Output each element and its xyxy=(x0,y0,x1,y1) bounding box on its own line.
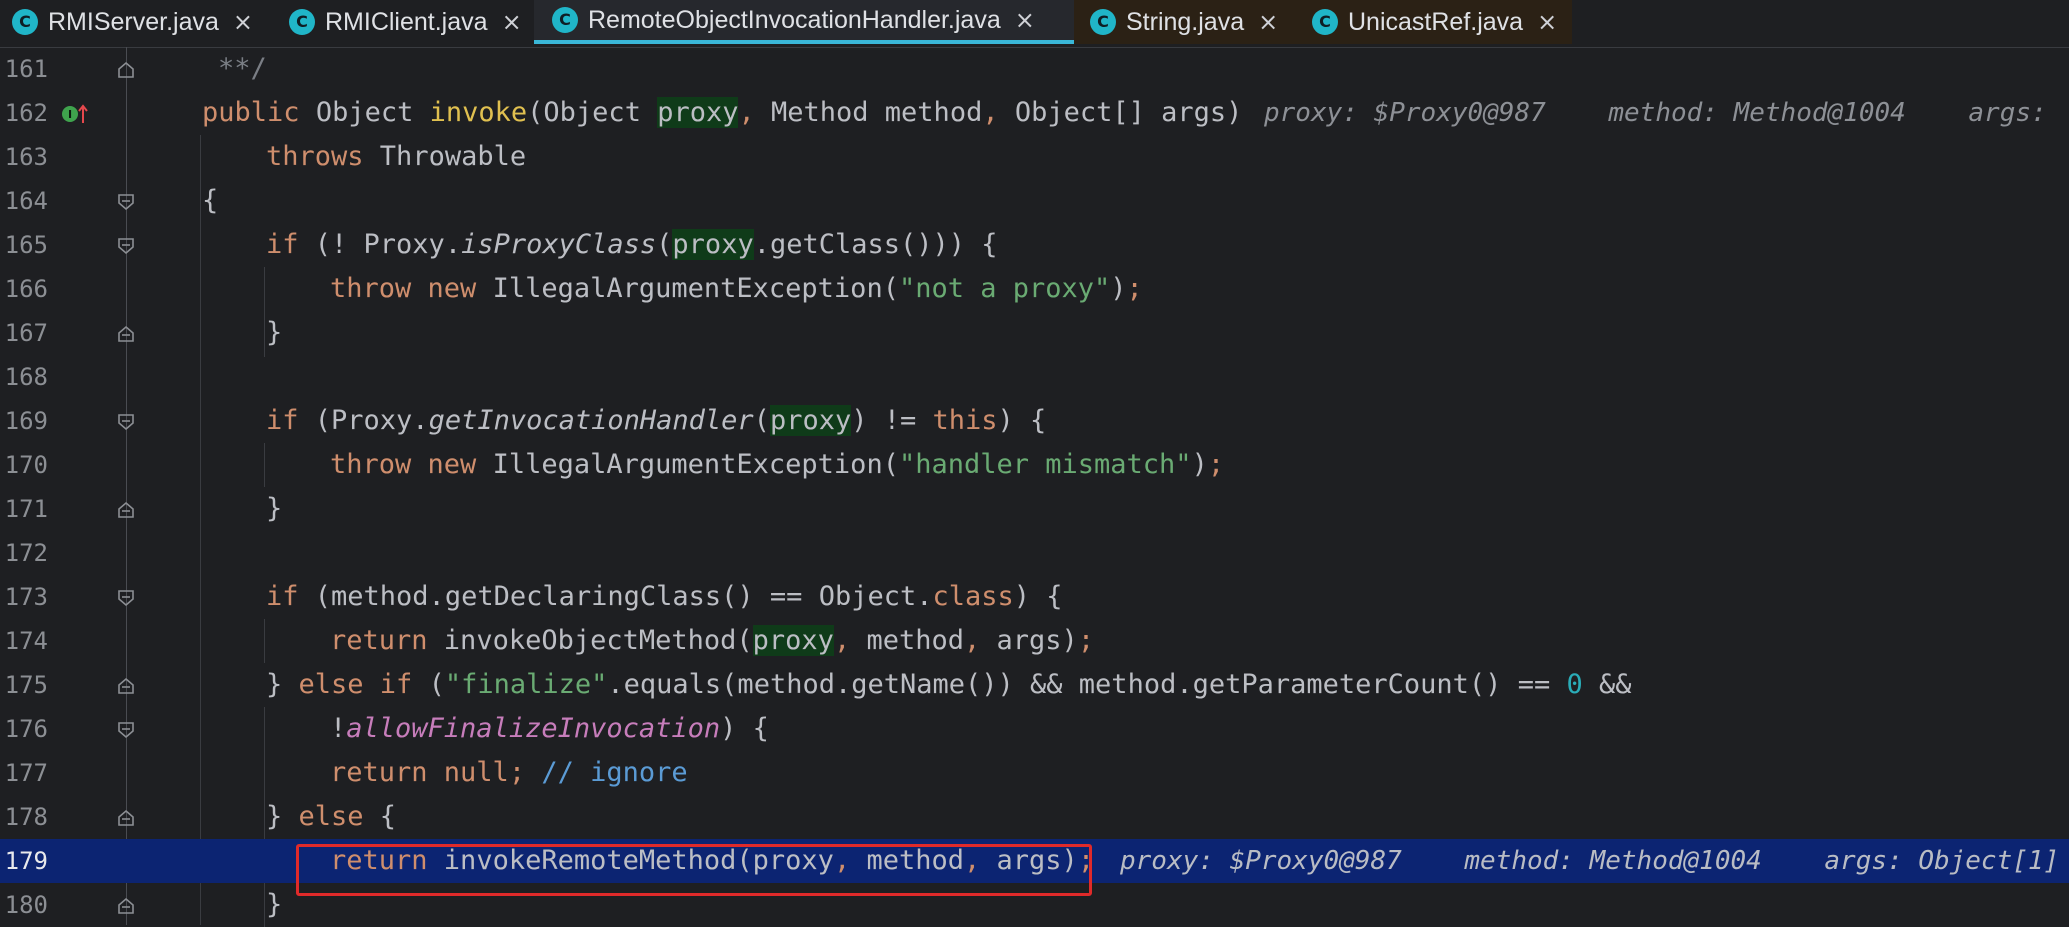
code-text: if (Proxy.getInvocationHandler(proxy) !=… xyxy=(266,405,1047,436)
code-text: if (method.getDeclaringClass() == Object… xyxy=(266,581,1063,612)
close-icon[interactable]: × xyxy=(233,8,253,36)
code-line: 178 } else { xyxy=(0,795,2069,839)
line-number: 169 xyxy=(4,407,48,435)
code-text: } xyxy=(266,889,283,920)
tab-unicastref[interactable]: C UnicastRef.java × xyxy=(1300,0,1572,44)
line-number: 175 xyxy=(4,671,48,699)
debug-inline-values: proxy: $Proxy0@987 method: Method@1004 a… xyxy=(1120,846,2060,876)
line-number: 168 xyxy=(4,363,48,391)
line-number: 176 xyxy=(4,715,48,743)
line-number: 173 xyxy=(4,583,48,611)
code-line: 176 !allowFinalizeInvocation) { xyxy=(0,707,2069,751)
close-icon[interactable]: × xyxy=(1015,6,1035,34)
line-number: 162 xyxy=(4,99,48,127)
line-number: 174 xyxy=(4,627,48,655)
line-number: 166 xyxy=(4,275,48,303)
code-text: } else if ("finalize".equals(method.getN… xyxy=(266,669,1632,700)
line-number: 165 xyxy=(4,231,48,259)
fold-icon[interactable] xyxy=(116,412,136,432)
close-icon[interactable]: × xyxy=(502,8,522,36)
code-text: } xyxy=(266,493,283,524)
tab-label: RemoteObjectInvocationHandler.java xyxy=(588,5,1001,34)
code-text: if (! Proxy.isProxyClass(proxy.getClass(… xyxy=(266,229,998,260)
code-text: throw new IllegalArgumentException("not … xyxy=(330,273,1143,304)
java-class-icon: C xyxy=(1312,9,1338,35)
code-line: 165 if (! Proxy.isProxyClass(proxy.getCl… xyxy=(0,223,2069,267)
java-class-icon: C xyxy=(289,9,315,35)
code-line: 168 xyxy=(0,355,2069,399)
code-line: 163 throws Throwable xyxy=(0,135,2069,179)
code-text: return null; // ignore xyxy=(330,757,688,788)
fold-icon[interactable] xyxy=(116,192,136,212)
code-line: 172 xyxy=(0,531,2069,575)
code-line: 162 I public Object invoke(Object proxy,… xyxy=(0,91,2069,135)
code-line: 173 if (method.getDeclaringClass() == Ob… xyxy=(0,575,2069,619)
tab-rmiserver[interactable]: C RMIServer.java × xyxy=(0,0,277,44)
code-text: } xyxy=(266,317,283,348)
tab-rmiclient[interactable]: C RMIClient.java × xyxy=(289,0,534,44)
code-line: 175 } else if ("finalize".equals(method.… xyxy=(0,663,2069,707)
fold-icon[interactable] xyxy=(116,500,136,520)
tab-string[interactable]: C String.java × xyxy=(1074,0,1300,44)
code-text: } else { xyxy=(266,801,397,832)
line-number: 178 xyxy=(4,803,48,831)
fold-icon[interactable] xyxy=(116,896,136,916)
editor-tab-bar: C RMIServer.java × C RMIClient.java × C … xyxy=(0,0,2069,48)
code-text: throws Throwable xyxy=(266,141,527,172)
line-number: 170 xyxy=(4,451,48,479)
code-text: { xyxy=(202,185,219,216)
fold-icon[interactable] xyxy=(116,808,136,828)
code-editor[interactable]: 161 **/ 162 I public Object invoke(Objec… xyxy=(0,47,2069,927)
fold-icon[interactable] xyxy=(116,720,136,740)
close-icon[interactable]: × xyxy=(1537,8,1557,36)
code-line: 169 if (Proxy.getInvocationHandler(proxy… xyxy=(0,399,2069,443)
svg-text:I: I xyxy=(68,108,72,121)
line-number: 172 xyxy=(4,539,48,567)
code-text: **/ xyxy=(218,53,267,84)
code-line: 177 return null; // ignore xyxy=(0,751,2069,795)
line-number: 167 xyxy=(4,319,48,347)
implementation-override-icon[interactable]: I xyxy=(60,102,88,126)
line-number: 171 xyxy=(4,495,48,523)
line-number: 177 xyxy=(4,759,48,787)
debug-inline-values: proxy: $Proxy0@987 method: Method@1004 a… xyxy=(1264,98,2047,128)
tab-remoteobjectinvocationhandler[interactable]: C RemoteObjectInvocationHandler.java × xyxy=(534,0,1074,44)
code-line: 167 } xyxy=(0,311,2069,355)
tab-label: RMIClient.java xyxy=(325,7,488,36)
close-icon[interactable]: × xyxy=(1258,8,1278,36)
fold-icon[interactable] xyxy=(116,60,136,80)
code-text: !allowFinalizeInvocation) { xyxy=(330,713,769,744)
code-line: 161 **/ xyxy=(0,47,2069,91)
java-class-icon: C xyxy=(1090,9,1116,35)
code-line: 171 } xyxy=(0,487,2069,531)
fold-icon[interactable] xyxy=(116,676,136,696)
line-number: 179 xyxy=(4,847,48,875)
code-line: 164 { xyxy=(0,179,2069,223)
tab-label: RMIServer.java xyxy=(48,7,219,36)
fold-icon[interactable] xyxy=(116,236,136,256)
highlight-annotation-box xyxy=(296,844,1092,896)
line-number: 164 xyxy=(4,187,48,215)
java-class-icon: C xyxy=(552,7,578,33)
tab-label: String.java xyxy=(1126,7,1245,36)
java-class-icon: C xyxy=(12,9,38,35)
code-line: 166 throw new IllegalArgumentException("… xyxy=(0,267,2069,311)
code-text: throw new IllegalArgumentException("hand… xyxy=(330,449,1225,480)
fold-icon[interactable] xyxy=(116,588,136,608)
code-text: return invokeObjectMethod(proxy, method,… xyxy=(330,625,1095,656)
line-number: 161 xyxy=(4,55,48,83)
code-text: public Object invoke(Object proxy, Metho… xyxy=(202,97,1243,128)
fold-icon[interactable] xyxy=(116,324,136,344)
code-line: 170 throw new IllegalArgumentException("… xyxy=(0,443,2069,487)
line-number: 180 xyxy=(4,891,48,919)
tab-label: UnicastRef.java xyxy=(1348,7,1524,36)
line-number: 163 xyxy=(4,143,48,171)
code-line: 174 return invokeObjectMethod(proxy, met… xyxy=(0,619,2069,663)
